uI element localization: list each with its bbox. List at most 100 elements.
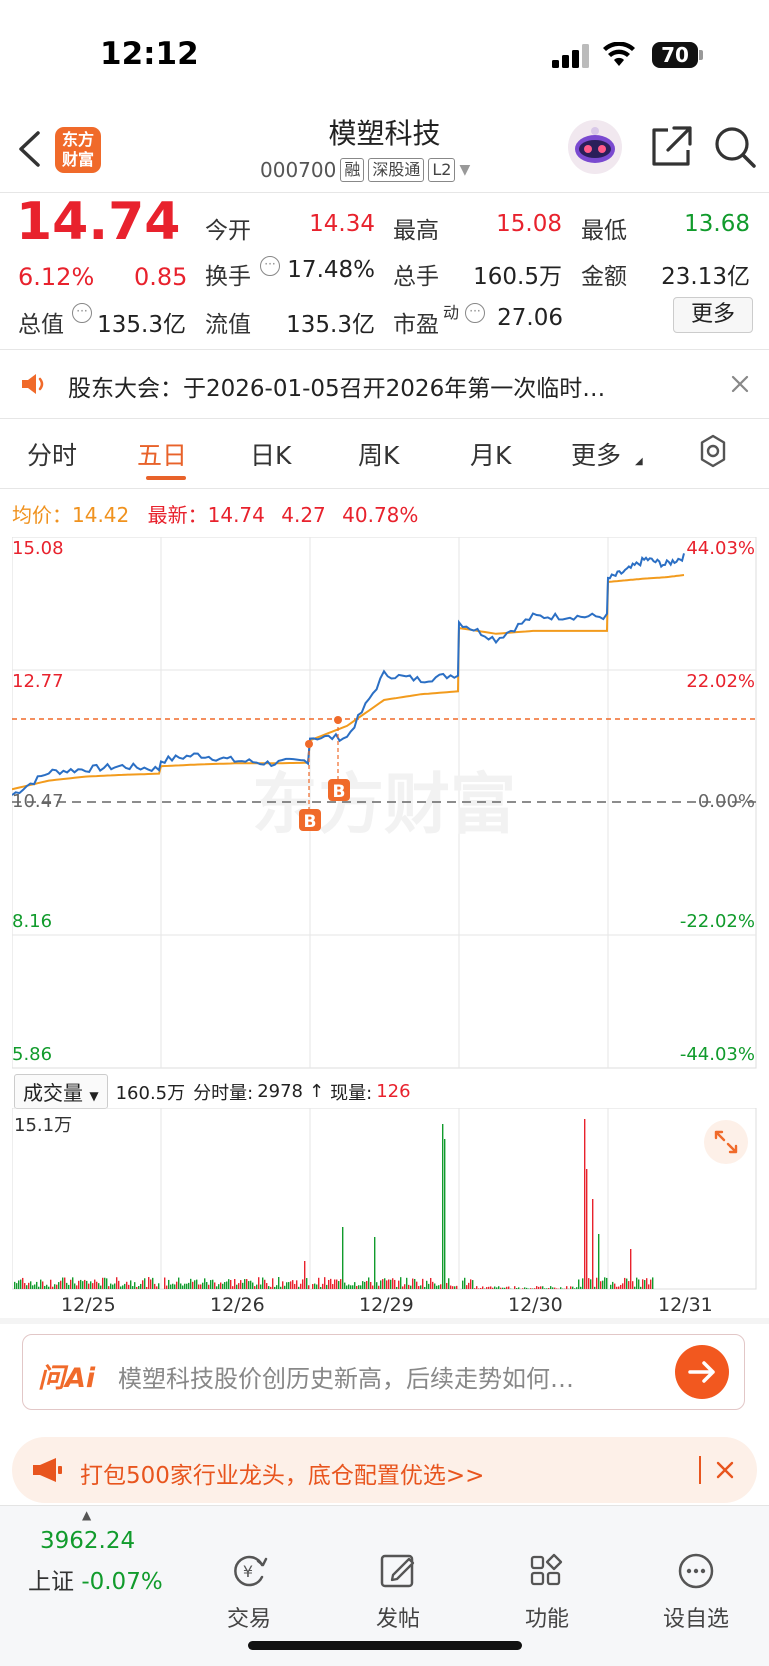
- nav-add-watchlist[interactable]: 设自选: [646, 1551, 746, 1633]
- volume-bar: [154, 1284, 155, 1289]
- volume-bar: [508, 1287, 509, 1289]
- tab-five-day[interactable]: 五日: [137, 436, 187, 472]
- nav-trade[interactable]: ¥ 交易: [199, 1551, 299, 1633]
- volume-bar: [264, 1280, 265, 1289]
- nav-post[interactable]: 发帖: [348, 1551, 448, 1633]
- volume-indicator-select[interactable]: 成交量 ▼: [14, 1074, 108, 1109]
- volume-bar: [274, 1287, 275, 1289]
- volume-bar: [582, 1278, 583, 1289]
- volume-bar: [78, 1281, 79, 1289]
- settings-icon[interactable]: [696, 434, 730, 468]
- volume-bar: [268, 1286, 269, 1289]
- volume-bar: [438, 1285, 439, 1289]
- nav-post-label: 发帖: [348, 1601, 448, 1633]
- stock-code-line[interactable]: 000700 融 深股通 L2 ▼: [260, 158, 470, 182]
- info-icon[interactable]: ···: [465, 303, 485, 323]
- expand-button[interactable]: [704, 1120, 748, 1164]
- volume-bar: [366, 1281, 367, 1289]
- robot-avatar-icon[interactable]: [565, 118, 625, 176]
- volume-bar: [380, 1280, 381, 1289]
- volume-bar: [270, 1287, 271, 1289]
- notice-text[interactable]: 股东大会：于2026-01-05召开2026年第一次临时…: [68, 369, 605, 403]
- price-chart[interactable]: 东方财富 B B: [12, 537, 757, 1069]
- volume-bar: [146, 1287, 147, 1289]
- search-icon[interactable]: [712, 124, 758, 170]
- tag-l2: L2: [428, 158, 455, 182]
- more-button[interactable]: 更多: [673, 297, 753, 333]
- close-icon[interactable]: [731, 375, 749, 393]
- volume-bar: [224, 1282, 225, 1289]
- info-icon[interactable]: ···: [72, 303, 92, 323]
- volume-bar: [578, 1279, 579, 1289]
- volume-bar: [554, 1288, 555, 1289]
- volume-bar: [576, 1287, 577, 1289]
- close-icon[interactable]: [716, 1461, 734, 1479]
- battery-icon: 70: [652, 42, 698, 68]
- grid-icon: [526, 1551, 568, 1591]
- volume-bar: [536, 1286, 537, 1289]
- tab-more[interactable]: 更多: [571, 436, 621, 472]
- volume-bar: [376, 1282, 377, 1289]
- volume-bar: [190, 1279, 191, 1289]
- volume-bar: [150, 1279, 151, 1289]
- volume-bar: [422, 1279, 423, 1289]
- info-icon[interactable]: ···: [260, 256, 280, 276]
- chart-watermark: 东方财富: [252, 766, 516, 843]
- volume-bar: [552, 1287, 553, 1289]
- volume-bar: [618, 1287, 619, 1289]
- volume-bar: [496, 1287, 497, 1289]
- volume-bar: [446, 1283, 447, 1289]
- volume-bar: [182, 1286, 183, 1289]
- volume-bar: [180, 1283, 181, 1289]
- volume-bar: [498, 1286, 499, 1289]
- buy-marker-label: B: [304, 812, 317, 832]
- avg-label: 均价：: [12, 503, 72, 527]
- tab-intraday[interactable]: 分时: [27, 436, 77, 472]
- volume-bar: [384, 1278, 385, 1289]
- volume-bar: [338, 1281, 339, 1289]
- volume-bar: [238, 1283, 239, 1289]
- tab-daily-k[interactable]: 日K: [250, 436, 291, 472]
- y-tick-right: 44.03%: [686, 538, 755, 559]
- stock-code: 000700: [260, 158, 336, 182]
- volume-bar: [212, 1280, 213, 1289]
- volume-bar: [466, 1285, 467, 1289]
- volume-bar: [164, 1278, 165, 1289]
- volume-arrow: ↑: [309, 1081, 324, 1102]
- volume-bar: [34, 1284, 35, 1289]
- promo-text[interactable]: 打包500家行业龙头，底仓配置优选>>: [80, 1456, 484, 1490]
- latest-label: 最新：: [148, 503, 208, 527]
- y-tick-right: -22.02%: [680, 911, 755, 932]
- tag-margin: 融: [340, 158, 364, 182]
- volume-bar: [530, 1288, 531, 1289]
- change-amount: 0.85: [134, 263, 187, 291]
- nav-functions[interactable]: 功能: [497, 1551, 597, 1633]
- volume-bar: [84, 1280, 85, 1289]
- index-value[interactable]: 3962.24: [40, 1528, 135, 1554]
- pe-label: 市盈: [393, 305, 439, 339]
- volume-bar: [276, 1285, 277, 1289]
- volume-bar: [316, 1285, 317, 1289]
- ai-send-button[interactable]: [675, 1345, 729, 1399]
- chart-info-line: 均价：14.42 最新：14.74 4.27 40.78%: [12, 499, 418, 528]
- volume-bar: [464, 1278, 465, 1289]
- volume-bar: [320, 1287, 321, 1289]
- buy-marker-dot: [305, 740, 313, 748]
- ai-prompt[interactable]: 模塑科技股价创历史新高，后续走势如何…: [118, 1359, 574, 1394]
- volume-bar: [54, 1284, 55, 1289]
- volume-bar: [628, 1281, 629, 1289]
- high-value: 15.08: [470, 211, 562, 237]
- volume-bar: [116, 1277, 117, 1289]
- volume-bar: [216, 1286, 217, 1289]
- volume-bar: [122, 1285, 123, 1289]
- volume-bar: [198, 1284, 199, 1289]
- tab-monthly-k[interactable]: 月K: [470, 436, 511, 472]
- share-icon[interactable]: [648, 124, 694, 170]
- volume-bar: [644, 1280, 645, 1289]
- volume-bar: [600, 1281, 601, 1289]
- tab-weekly-k[interactable]: 周K: [358, 436, 399, 472]
- megaphone-icon: [30, 1456, 64, 1484]
- volume-bar: [336, 1280, 337, 1289]
- index-line[interactable]: 上证 -0.07%: [28, 1562, 163, 1596]
- volume-chart[interactable]: [12, 1108, 757, 1290]
